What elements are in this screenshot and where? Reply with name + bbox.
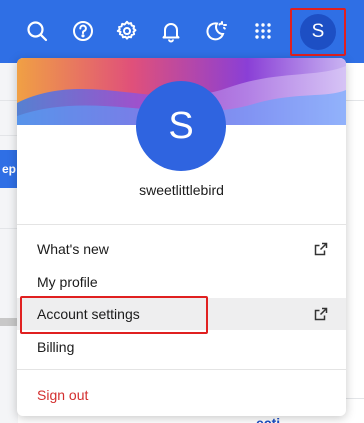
avatar[interactable]: S — [300, 14, 336, 50]
background-divider — [0, 135, 18, 136]
menu-item-label: My profile — [37, 274, 98, 290]
background-page-right — [346, 63, 364, 423]
background-divider — [0, 100, 18, 101]
external-link-icon — [314, 307, 328, 321]
menu-item-label: Account settings — [37, 306, 140, 322]
theme-toggle-icon[interactable] — [198, 14, 232, 48]
username: sweetlittlebird — [139, 182, 224, 198]
account-avatar-button[interactable]: S — [290, 8, 346, 56]
settings-icon[interactable] — [110, 14, 144, 48]
background-divider — [346, 100, 364, 101]
menu-item-label: What's new — [37, 241, 109, 257]
search-icon[interactable] — [20, 14, 54, 48]
background-scrollbar — [0, 318, 18, 326]
menu-divider — [17, 369, 346, 370]
menu-item-whats-new[interactable]: What's new — [17, 233, 346, 265]
profile-avatar: S — [136, 81, 226, 171]
menu-item-my-profile[interactable]: My profile — [17, 266, 346, 298]
sign-out-label: Sign out — [37, 387, 89, 403]
help-icon[interactable] — [66, 14, 100, 48]
menu-item-label: Billing — [37, 339, 75, 355]
account-menu: S sweetlittlebird What's new My profile … — [17, 58, 346, 416]
background-page-left — [0, 63, 18, 423]
external-link-icon — [314, 242, 328, 256]
sign-out-button[interactable]: Sign out — [17, 379, 346, 411]
top-navigation-bar: S — [0, 0, 364, 63]
menu-item-billing[interactable]: Billing — [17, 331, 346, 363]
menu-divider — [17, 224, 346, 225]
background-divider — [346, 398, 364, 399]
background-tab: ep — [0, 150, 18, 188]
background-divider — [0, 228, 18, 229]
menu-item-account-settings[interactable]: Account settings — [17, 298, 346, 330]
notifications-icon[interactable] — [154, 14, 188, 48]
apps-grid-icon[interactable] — [246, 14, 280, 48]
